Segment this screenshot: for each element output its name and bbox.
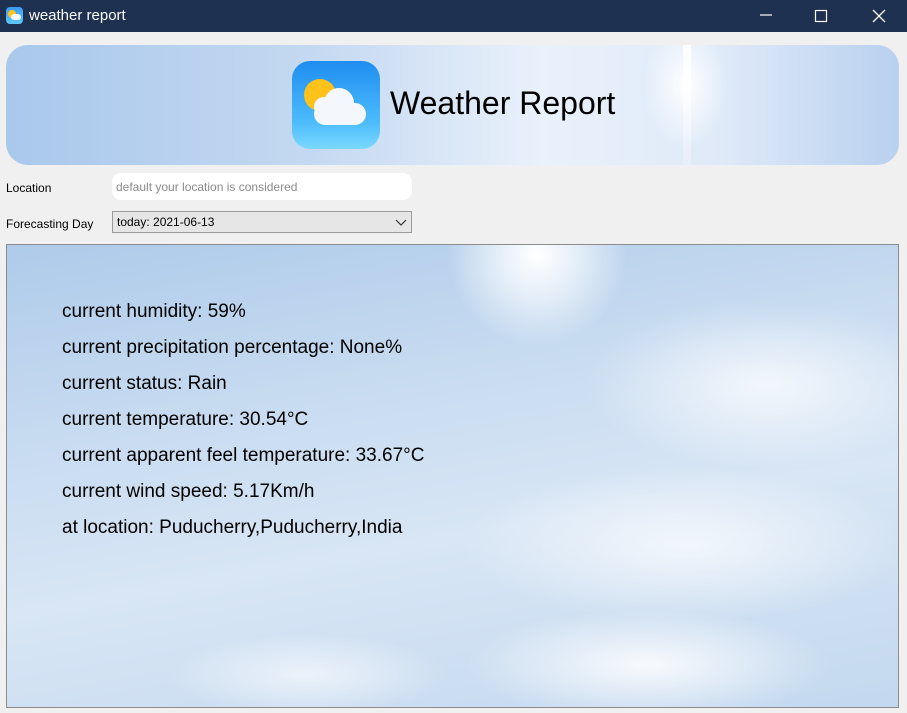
minimize-icon	[760, 14, 772, 16]
title-bar: weather report	[0, 0, 907, 32]
feel-temperature-text: current apparent feel temperature: 33.67…	[62, 445, 425, 466]
location-input[interactable]	[112, 173, 412, 200]
location-text: at location: Puducherry,Puducherry,India	[62, 517, 403, 538]
forecasting-day-value: today: 2021-06-13	[117, 215, 215, 229]
forecasting-day-select[interactable]: today: 2021-06-13	[112, 211, 412, 233]
weather-report-panel: current humidity: 59% current precipitat…	[6, 244, 899, 708]
header-banner: Weather Report	[6, 45, 899, 165]
sun-cloud-icon	[292, 61, 380, 149]
location-label: Location	[6, 181, 52, 195]
sun-ray	[683, 45, 691, 165]
maximize-button[interactable]	[792, 0, 850, 32]
weather-app-icon	[6, 7, 23, 24]
window-title: weather report	[29, 7, 126, 24]
status-text: current status: Rain	[62, 373, 227, 394]
temperature-text: current temperature: 30.54°C	[62, 409, 309, 430]
close-button[interactable]	[850, 0, 907, 32]
wind-speed-text: current wind speed: 5.17Km/h	[62, 481, 315, 502]
maximize-icon	[814, 9, 828, 23]
chevron-down-icon	[395, 219, 407, 226]
page-title: Weather Report	[390, 85, 616, 121]
forecasting-day-label: Forecasting Day	[6, 217, 94, 231]
humidity-text: current humidity: 59%	[62, 301, 246, 322]
minimize-button[interactable]	[737, 0, 795, 32]
precipitation-text: current precipitation percentage: None%	[62, 337, 403, 358]
close-icon	[872, 9, 886, 23]
